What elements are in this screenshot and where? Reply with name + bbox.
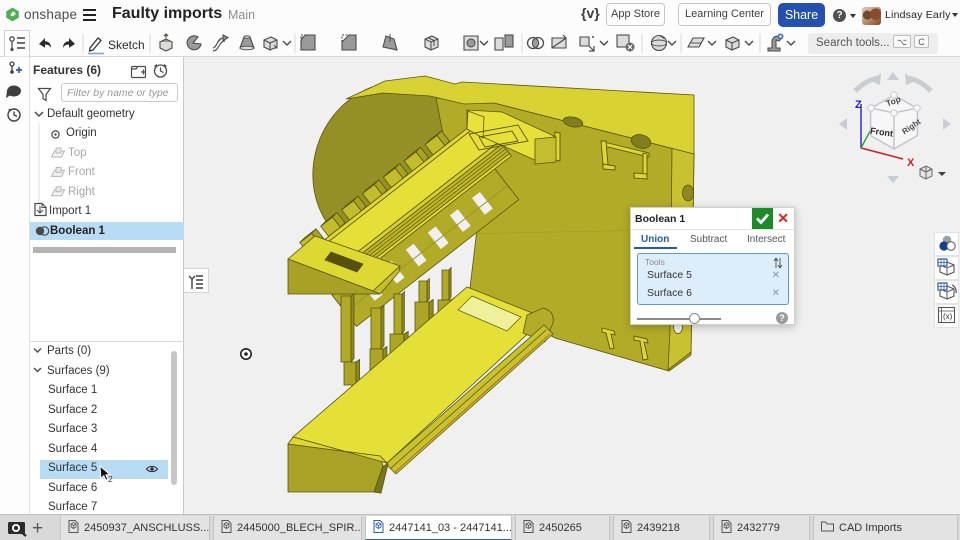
svg-text:2: 2: [108, 474, 113, 484]
svg-text:Z: Z: [855, 99, 862, 111]
svg-text:(x): (x): [943, 312, 953, 321]
svg-text:X: X: [907, 157, 915, 169]
